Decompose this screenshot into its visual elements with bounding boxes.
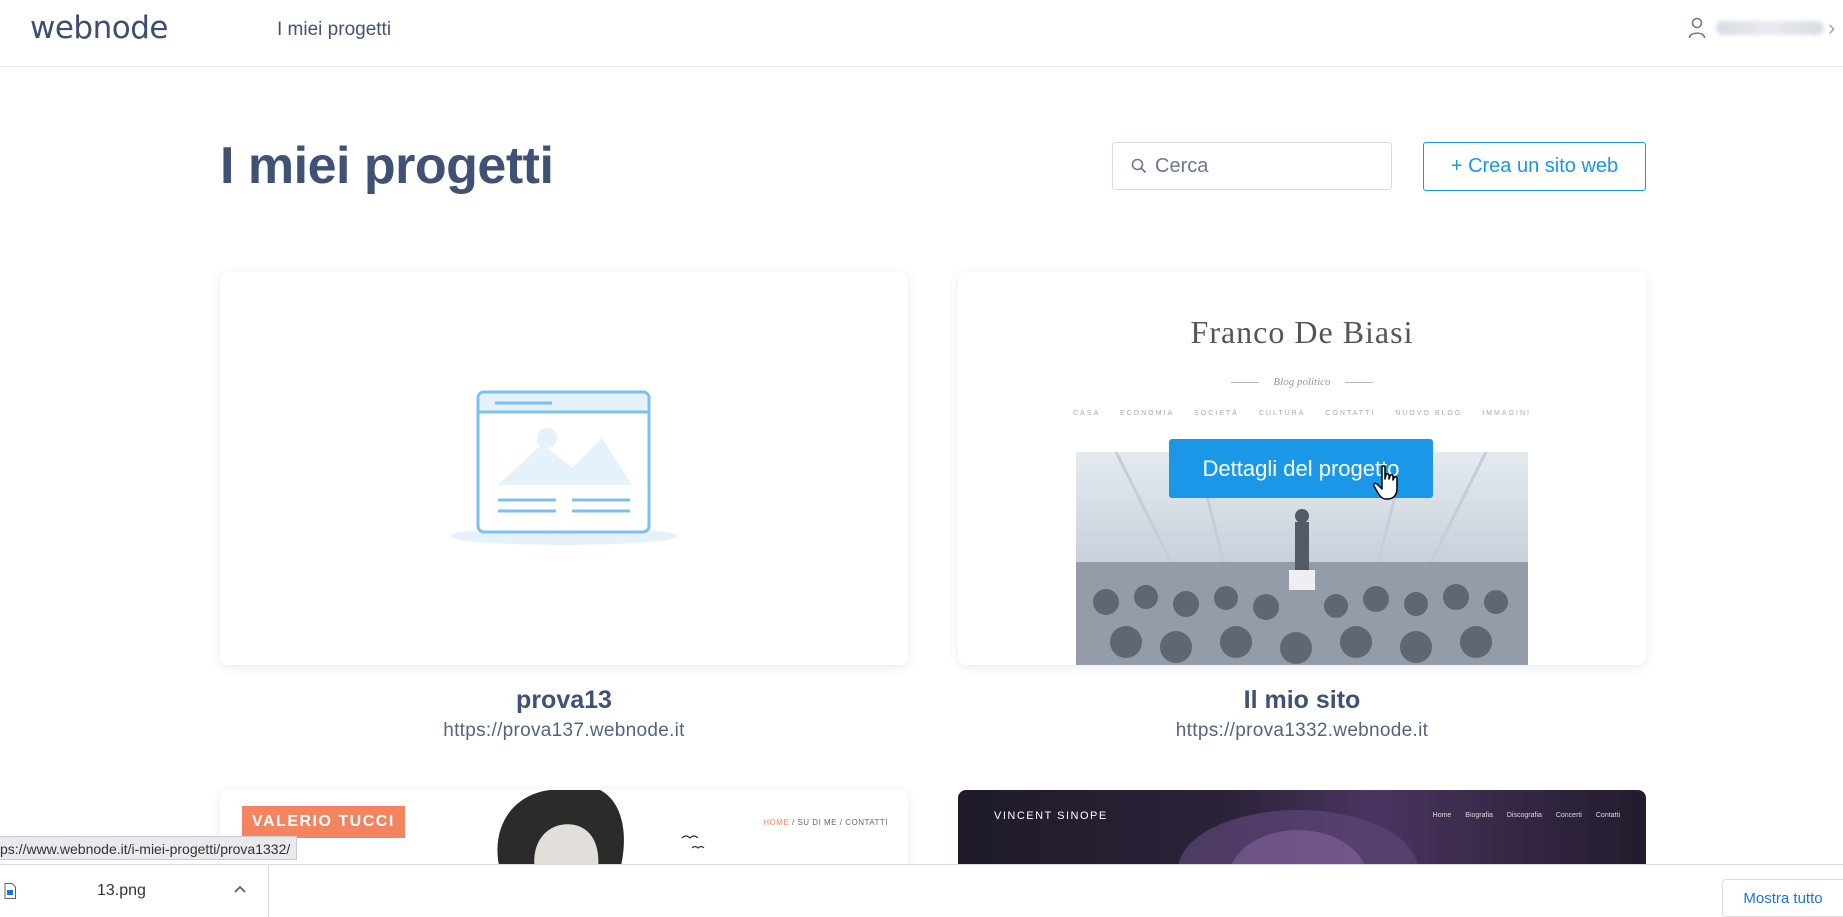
preview-portrait-image <box>1178 810 1418 870</box>
project-name[interactable]: Il mio sito <box>958 686 1646 715</box>
preview-nav-item: Discografia <box>1506 812 1542 819</box>
search-icon <box>1131 158 1147 174</box>
preview-nav-item: SU DI ME <box>797 818 838 827</box>
status-bar-url: ps://www.webnode.it/i-miei-progetti/prov… <box>0 836 298 860</box>
user-menu[interactable]: › <box>1688 17 1835 39</box>
preview-nav-item: Contatti <box>1595 812 1620 819</box>
search-box[interactable] <box>1112 142 1392 190</box>
divider <box>1345 382 1373 383</box>
image-file-icon <box>4 883 16 899</box>
preview-nav-item: HOME <box>763 818 790 827</box>
webnode-logo[interactable]: webnode <box>30 10 168 46</box>
preview-menu-item: CASA <box>1073 410 1101 417</box>
project-url[interactable]: https://prova137.webnode.it <box>220 720 908 742</box>
chevron-up-icon[interactable] <box>230 879 250 899</box>
preview-brand: VINCENT SINOPE <box>994 810 1108 822</box>
search-input[interactable] <box>1153 153 1377 179</box>
project-card-valerio-tucci[interactable]: VALERIO TUCCI HOME / SU DI ME / CONTATTI <box>220 790 908 870</box>
bird-icon <box>681 835 705 849</box>
user-name-blurred <box>1716 21 1824 35</box>
user-icon <box>1688 17 1706 39</box>
preview-site-nav: HOME / SU DI ME / CONTATTI <box>763 818 888 827</box>
project-url[interactable]: https://prova1332.webnode.it <box>958 720 1646 742</box>
download-shelf: 13.png Mostra tutto <box>0 864 1843 917</box>
preview-portrait-image <box>497 790 624 870</box>
preview-nav-item: Biografia <box>1465 812 1493 819</box>
preview-nav-item: CONTATTI <box>845 818 888 827</box>
preview-menu-item: CONTATTI <box>1325 410 1376 417</box>
preview-menu-item: ECONOMIA <box>1120 410 1175 417</box>
preview-menu-item: IMMAGINI <box>1482 410 1531 417</box>
preview-menu-item: NUOVO BLOG <box>1395 410 1463 417</box>
preview-site-title: Franco De Biasi <box>1190 314 1414 350</box>
project-card-il-mio-sito[interactable]: Franco De Biasi Blog politico CASA ECONO… <box>958 272 1646 665</box>
download-item[interactable]: 13.png <box>0 865 269 917</box>
preview-nav-item: Home <box>1432 812 1452 819</box>
preview-menu-item: SOCIETÀ <box>1194 410 1239 417</box>
top-header: webnode I miei progetti › <box>0 0 1843 67</box>
show-all-downloads-button[interactable]: Mostra tutto <box>1722 879 1843 917</box>
project-card-vincent-sinope[interactable]: VINCENT SINOPE Home Biografia Discografi… <box>958 790 1646 870</box>
hand-cursor-icon <box>1373 465 1398 500</box>
chevron-right-icon: › <box>1828 15 1836 40</box>
nav-my-projects[interactable]: I miei progetti <box>277 19 391 41</box>
preview-menu-item: CULTURA <box>1258 410 1306 417</box>
preview-site-menu: CASA ECONOMIA SOCIETÀ CULTURA CONTATTI N… <box>958 410 1646 417</box>
create-website-button[interactable]: + Crea un sito web <box>1423 142 1646 191</box>
website-placeholder-icon <box>450 390 678 545</box>
preview-nav-item: Concerti <box>1555 812 1582 819</box>
preview-site-subtitle: Blog politico <box>1273 376 1331 388</box>
download-filename[interactable]: 13.png <box>97 882 146 900</box>
preview-brand: VALERIO TUCCI <box>242 806 405 838</box>
preview-site-nav: Home Biografia Discografia Concerti Cont… <box>1421 812 1620 819</box>
project-name[interactable]: prova13 <box>220 686 908 715</box>
project-card-prova13[interactable] <box>220 272 908 665</box>
page-title: I miei progetti <box>220 137 554 195</box>
